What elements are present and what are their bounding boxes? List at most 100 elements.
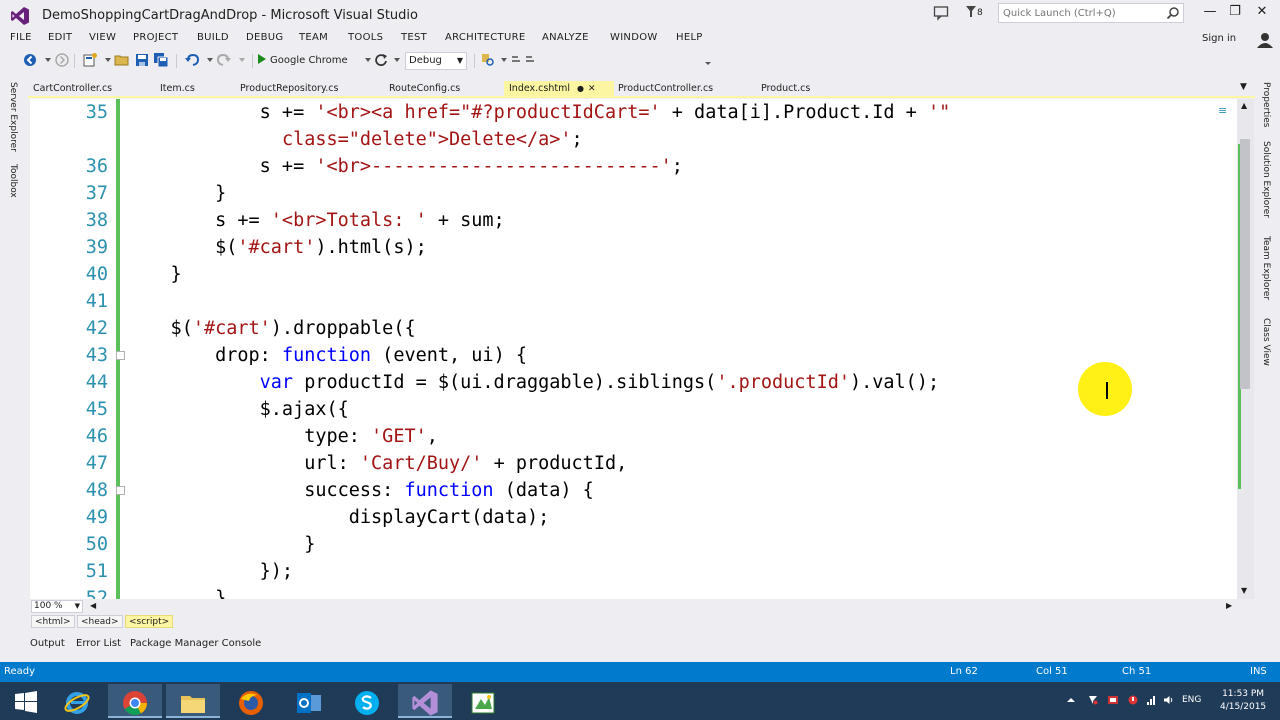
app-tray-icon[interactable] xyxy=(1128,695,1138,705)
code-line[interactable]: 44 var productId = $(ui.draggable).sibli… xyxy=(30,369,1235,396)
vertical-scrollbar[interactable]: ▲ ▼ xyxy=(1237,99,1254,599)
input-language[interactable]: ENG xyxy=(1182,695,1201,705)
menu-analyze[interactable]: ANALYZE xyxy=(542,32,589,43)
breadcrumb-script[interactable]: <script> xyxy=(125,615,174,628)
menu-file[interactable]: FILE xyxy=(10,32,32,43)
uncomment-icon[interactable] xyxy=(524,52,540,68)
code-line[interactable]: 39 $('#cart').html(s); xyxy=(30,234,1235,261)
outline-collapse-icon[interactable] xyxy=(116,486,125,495)
tab-routeconfig[interactable]: RouteConfig.cs xyxy=(384,81,502,97)
code-line[interactable]: class="delete">Delete</a>'; xyxy=(30,126,1235,153)
error-list-tab[interactable]: Error List xyxy=(76,638,121,649)
dropdown-arrow-icon[interactable] xyxy=(234,52,250,68)
volume-icon[interactable] xyxy=(1163,695,1173,705)
pin-icon[interactable]: ● xyxy=(577,84,584,93)
maximize-button[interactable]: ❐ xyxy=(1223,4,1247,22)
sign-in-link[interactable]: Sign in xyxy=(1202,33,1236,44)
code-line[interactable]: 35 s += '<br><a href="#?productIdCart=' … xyxy=(30,99,1235,126)
scroll-up-icon[interactable]: ▲ xyxy=(1241,101,1247,110)
action-center-icon[interactable] xyxy=(1088,695,1098,705)
horizontal-scrollbar[interactable] xyxy=(30,599,1254,614)
notifications-button[interactable]: 8 xyxy=(965,5,987,21)
tab-productcontroller[interactable]: ProductController.cs xyxy=(613,81,738,97)
redo-icon[interactable] xyxy=(216,52,232,68)
server-explorer-tab[interactable]: Server Explorer xyxy=(8,82,18,152)
menu-team[interactable]: TEAM xyxy=(299,32,328,43)
code-line[interactable]: 38 s += '<br>Totals: ' + sum; xyxy=(30,207,1235,234)
solution-explorer-tab[interactable]: Solution Explorer xyxy=(1261,141,1271,218)
breadcrumb-html[interactable]: <html> xyxy=(31,615,75,628)
taskbar-outlook[interactable] xyxy=(282,684,336,718)
menu-architecture[interactable]: ARCHITECTURE xyxy=(445,32,525,43)
menu-tools[interactable]: TOOLS xyxy=(348,32,383,43)
code-line[interactable]: 36 s += '<br>--------------------------'… xyxy=(30,153,1235,180)
menu-debug[interactable]: DEBUG xyxy=(246,32,283,43)
zoom-select[interactable]: 100 % ▼ xyxy=(31,600,83,613)
save-all-icon[interactable] xyxy=(153,52,169,68)
scroll-left-icon[interactable]: ◀ xyxy=(90,601,96,610)
code-editor[interactable]: 35 s += '<br><a href="#?productIdCart=' … xyxy=(30,99,1254,599)
start-debugging-button[interactable]: Google Chrome xyxy=(258,52,348,69)
taskbar-firefox[interactable] xyxy=(224,684,278,718)
code-line[interactable]: 52 } xyxy=(30,585,1235,599)
menu-test[interactable]: TEST xyxy=(401,32,427,43)
menu-view[interactable]: VIEW xyxy=(89,32,116,43)
tab-overflow-dropdown-icon[interactable]: ▼ xyxy=(1240,82,1247,92)
new-project-icon[interactable] xyxy=(82,52,98,68)
tab-product[interactable]: Product.cs xyxy=(756,81,846,97)
outline-collapse-icon[interactable] xyxy=(116,351,125,360)
menu-window[interactable]: WINDOW xyxy=(610,32,658,43)
user-avatar-icon[interactable] xyxy=(1256,32,1274,48)
feedback-icon[interactable] xyxy=(933,5,949,21)
code-line[interactable]: 40 } xyxy=(30,261,1235,288)
search-icon[interactable] xyxy=(1166,6,1180,20)
toolbar-overflow-icon[interactable] xyxy=(700,52,716,68)
show-hidden-icons-icon[interactable] xyxy=(1066,695,1076,705)
refresh-icon[interactable] xyxy=(373,52,389,68)
network-icon[interactable] xyxy=(1146,695,1156,705)
tab-productrepository[interactable]: ProductRepository.cs xyxy=(235,81,385,97)
quick-launch[interactable] xyxy=(998,3,1184,23)
close-tab-icon[interactable]: ✕ xyxy=(588,84,596,94)
team-explorer-tab[interactable]: Team Explorer xyxy=(1261,236,1271,300)
code-line[interactable]: 49 displayCart(data); xyxy=(30,504,1235,531)
code-line[interactable]: 37 } xyxy=(30,180,1235,207)
scroll-right-icon[interactable]: ▶ xyxy=(1226,601,1232,610)
output-tab[interactable]: Output xyxy=(30,638,65,649)
code-line[interactable]: 47 url: 'Cart/Buy/' + productId, xyxy=(30,450,1235,477)
menu-project[interactable]: PROJECT xyxy=(133,32,178,43)
undo-icon[interactable] xyxy=(184,52,200,68)
code-line[interactable]: 41 xyxy=(30,288,1235,315)
tab-cartcontroller[interactable]: CartController.cs xyxy=(28,81,153,97)
dropdown-arrow-icon[interactable] xyxy=(389,52,405,68)
start-button[interactable] xyxy=(0,684,54,718)
package-manager-console-tab[interactable]: Package Manager Console xyxy=(130,638,261,649)
taskbar-internet-explorer[interactable] xyxy=(50,684,104,718)
taskbar-visual-studio[interactable] xyxy=(398,684,452,718)
code-line[interactable]: 48 success: function (data) { xyxy=(30,477,1235,504)
save-icon[interactable] xyxy=(134,52,150,68)
breadcrumb-head[interactable]: <head> xyxy=(77,615,123,628)
toolbox-tab[interactable]: Toolbox xyxy=(8,164,18,198)
scroll-down-icon[interactable]: ▼ xyxy=(1241,586,1247,595)
close-button[interactable]: ✕ xyxy=(1250,4,1274,22)
properties-tab[interactable]: Properties xyxy=(1261,82,1271,127)
tab-index-cshtml[interactable]: Index.cshtml ● ✕ xyxy=(504,81,614,97)
navigate-forward-icon[interactable] xyxy=(54,52,70,68)
code-line[interactable]: 46 type: 'GET', xyxy=(30,423,1235,450)
code-line[interactable]: 42 $('#cart').droppable({ xyxy=(30,315,1235,342)
split-window-icon[interactable]: ≡ xyxy=(1218,104,1227,117)
system-clock[interactable]: 11:53 PM 4/15/2015 xyxy=(1220,688,1266,714)
screen-recorder-icon[interactable] xyxy=(1108,695,1118,705)
menu-help[interactable]: HELP xyxy=(676,32,703,43)
solution-configuration-select[interactable]: Debug ▼ xyxy=(405,52,467,70)
taskbar-skype[interactable] xyxy=(340,684,394,718)
navigate-back-icon[interactable] xyxy=(22,52,38,68)
code-line[interactable]: 51 }); xyxy=(30,558,1235,585)
find-in-files-icon[interactable] xyxy=(480,52,496,68)
code-line[interactable]: 50 } xyxy=(30,531,1235,558)
menu-edit[interactable]: EDIT xyxy=(48,32,72,43)
class-view-tab[interactable]: Class View xyxy=(1261,318,1271,366)
taskbar-file-explorer[interactable] xyxy=(166,684,220,718)
tab-item[interactable]: Item.cs xyxy=(155,81,230,97)
